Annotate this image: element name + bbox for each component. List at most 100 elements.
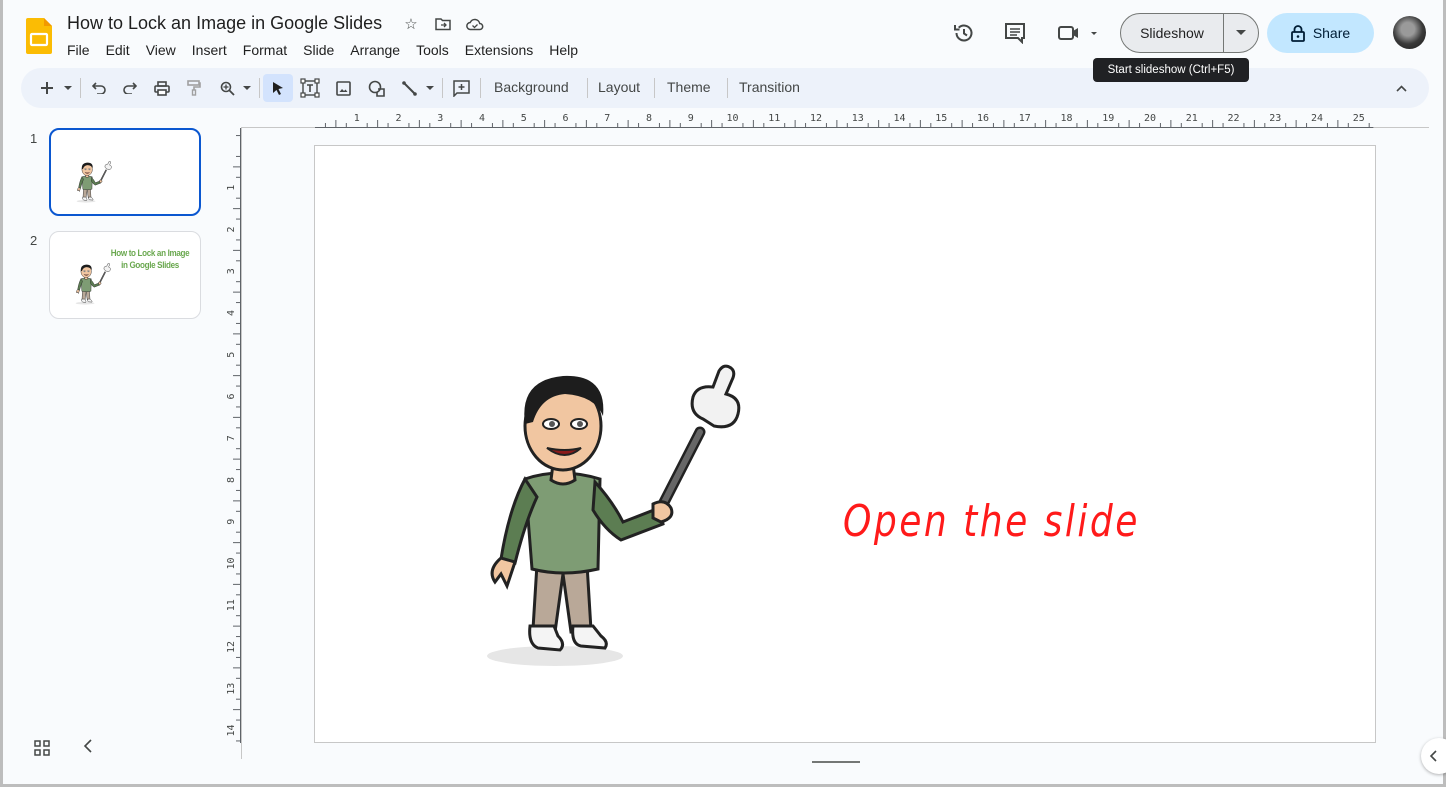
menu-slide[interactable]: Slide [303, 40, 339, 60]
text-box-icon[interactable] [299, 76, 321, 100]
ruler-label: 6 [226, 393, 237, 399]
menu-format[interactable]: Format [243, 40, 292, 60]
caret-down-icon [1236, 30, 1246, 35]
ruler-label: 13 [852, 113, 864, 124]
slides-logo-icon[interactable] [26, 18, 52, 54]
ruler-label: 7 [226, 435, 237, 441]
background-button[interactable]: Background [494, 79, 569, 95]
ruler-label: 21 [1186, 113, 1198, 124]
ruler-label: 5 [521, 113, 527, 124]
ruler-label: 10 [226, 557, 237, 569]
insert-image-icon[interactable] [333, 76, 353, 100]
ruler-label: 23 [1269, 113, 1281, 124]
ruler-label: 5 [226, 352, 237, 358]
ruler-label: 2 [226, 226, 237, 232]
menu-arrange[interactable]: Arrange [350, 40, 405, 60]
bitmoji-image[interactable] [475, 364, 765, 684]
ruler-label: 1 [354, 113, 360, 124]
transition-button[interactable]: Transition [739, 79, 800, 95]
ruler-label: 18 [1060, 113, 1072, 124]
ruler-label: 7 [604, 113, 610, 124]
paint-format-icon[interactable] [184, 76, 204, 100]
slideshow-tooltip: Start slideshow (Ctrl+F5) [1093, 58, 1249, 82]
ruler-label: 15 [935, 113, 947, 124]
menu-edit[interactable]: Edit [106, 40, 135, 60]
ruler-label: 25 [1353, 113, 1365, 124]
line-dropdown-icon[interactable] [423, 76, 437, 100]
layout-button[interactable]: Layout [598, 79, 640, 95]
collapse-filmstrip-icon[interactable] [83, 739, 93, 757]
move-to-folder-icon[interactable] [433, 14, 453, 34]
undo-icon[interactable] [89, 76, 109, 100]
new-slide-dropdown-icon[interactable] [61, 76, 75, 100]
star-icon[interactable]: ☆ [401, 14, 421, 34]
horizontal-ruler[interactable]: 1 2 3 4 5 6 7 8 9 10 11 12 13 14 15 16 17 18 19 20 21 22 23 24 2… [241, 110, 1429, 128]
thumbnail-title: How to Lock an Image in Google Slides [110, 248, 190, 271]
slide-thumbnail-2[interactable]: How to Lock an Image in Google Slides [49, 231, 201, 319]
print-icon[interactable] [152, 76, 172, 100]
ruler-label: 3 [226, 268, 237, 274]
zoom-dropdown-icon[interactable] [240, 76, 254, 100]
bitmoji-thumbnail-image [74, 262, 112, 306]
line-icon[interactable] [399, 76, 419, 100]
chevron-left-icon [1429, 750, 1437, 762]
ruler-label: 16 [977, 113, 989, 124]
share-button[interactable]: Share [1267, 13, 1374, 53]
slide-number: 2 [30, 233, 38, 248]
slide-thumbnail-1[interactable] [49, 128, 201, 216]
ruler-label: 9 [688, 113, 694, 124]
new-slide-icon[interactable] [37, 76, 57, 100]
comments-icon[interactable] [1002, 20, 1028, 46]
document-title[interactable]: How to Lock an Image in Google Slides [67, 13, 382, 34]
ruler-label: 19 [1102, 113, 1114, 124]
ruler-label: 3 [437, 113, 443, 124]
cloud-saved-icon[interactable] [465, 14, 485, 34]
ruler-label: 4 [479, 113, 485, 124]
share-label: Share [1312, 25, 1351, 41]
ruler-label: 12 [226, 641, 237, 653]
ruler-label: 17 [1019, 113, 1031, 124]
show-side-panel-button[interactable] [1421, 738, 1446, 774]
ruler-label: 20 [1144, 113, 1156, 124]
ruler-label: 11 [226, 599, 237, 611]
ruler-label: 6 [562, 113, 568, 124]
menu-insert[interactable]: Insert [192, 40, 232, 60]
menu-file[interactable]: File [67, 40, 95, 60]
slideshow-dropdown-button[interactable] [1224, 14, 1258, 52]
add-comment-icon[interactable] [450, 76, 472, 100]
version-history-icon[interactable] [951, 20, 977, 46]
ruler-label: 8 [646, 113, 652, 124]
menu-help[interactable]: Help [549, 40, 583, 60]
bitmoji-thumbnail-image [75, 160, 113, 204]
theme-button[interactable]: Theme [667, 79, 711, 95]
collapse-menus-icon[interactable] [1391, 76, 1411, 100]
ruler-label: 22 [1227, 113, 1239, 124]
ruler-label: 1 [226, 185, 237, 191]
zoom-icon[interactable] [217, 76, 237, 100]
menu-extensions[interactable]: Extensions [465, 40, 538, 60]
shape-icon[interactable] [366, 76, 388, 100]
menu-view[interactable]: View [146, 40, 181, 60]
select-tool-icon[interactable] [263, 74, 293, 102]
account-avatar[interactable] [1393, 16, 1426, 49]
ruler-label: 8 [226, 477, 237, 483]
ruler-label: 4 [226, 310, 237, 316]
ruler-label: 2 [395, 113, 401, 124]
grid-view-icon[interactable] [34, 740, 50, 761]
lock-icon [1290, 24, 1305, 42]
speaker-notes-resize-handle[interactable] [812, 761, 860, 763]
ruler-label: 14 [893, 113, 905, 124]
slide-canvas[interactable]: Open the slide [314, 145, 1376, 743]
meet-icon[interactable] [1055, 20, 1101, 46]
vertical-ruler[interactable]: 1234567891011121314 [223, 128, 241, 760]
slideshow-button[interactable]: Slideshow [1121, 14, 1224, 52]
ruler-label: 24 [1311, 113, 1323, 124]
google-slides-app: How to Lock an Image in Google Slides ☆ … [3, 0, 1446, 784]
ruler-label: 14 [226, 724, 237, 736]
ruler-label: 9 [226, 519, 237, 525]
ruler-label: 10 [726, 113, 738, 124]
ruler-label: 13 [226, 683, 237, 695]
redo-icon[interactable] [120, 76, 140, 100]
menu-tools[interactable]: Tools [416, 40, 454, 60]
slide-text-box[interactable]: Open the slide [843, 496, 1140, 547]
